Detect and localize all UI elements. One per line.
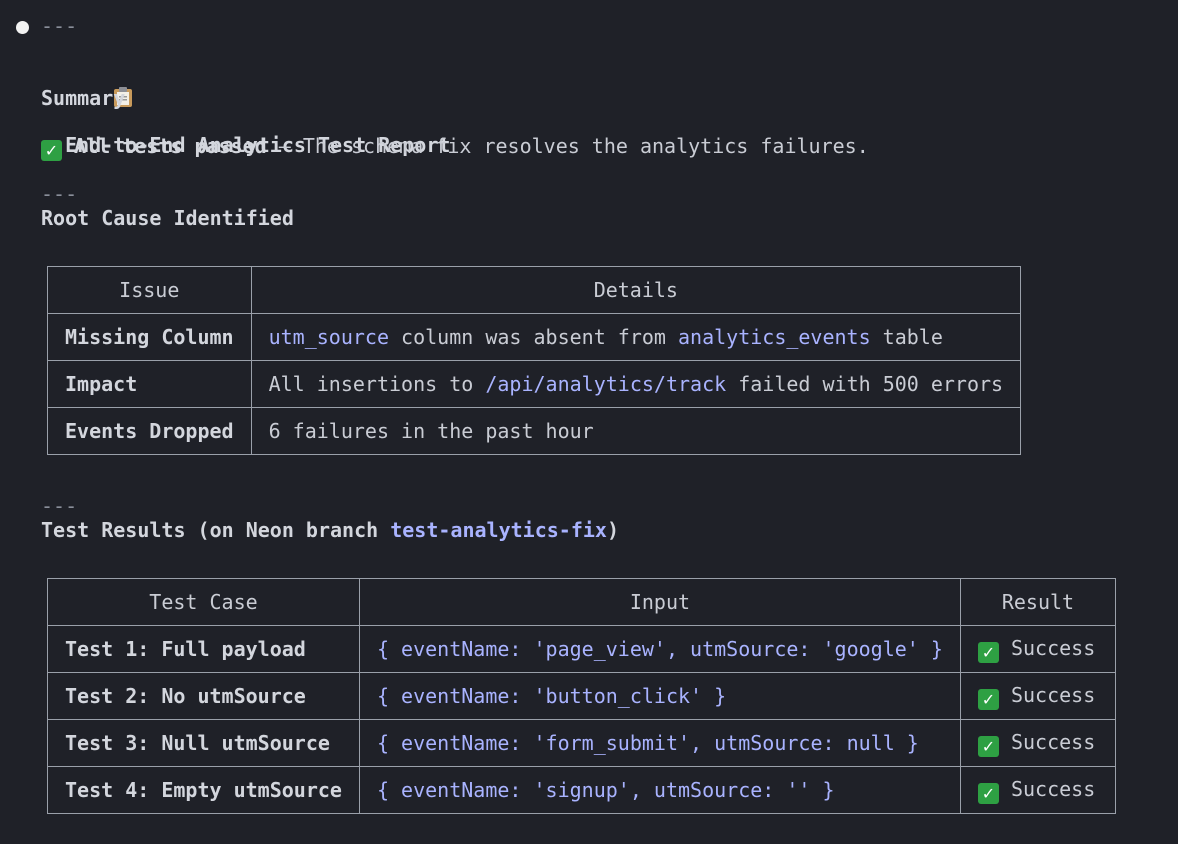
heading-text: ) [606,518,619,542]
rule-2: --- [41,182,78,206]
column-header-test-case: Test Case [47,578,360,626]
test-case-cell: Test 4: Empty utmSource [47,766,360,814]
test-case-cell: Test 2: No utmSource [47,672,360,720]
details-cell: All insertions to /api/analytics/track f… [250,360,1022,408]
input-cell: { eventName: 'page_view', utmSource: 'go… [358,625,961,673]
issue-cell: Impact [47,360,252,408]
column-header-details: Details [250,266,1022,314]
summary-status: All tests passed [74,134,267,158]
column-header-input: Input [358,578,961,626]
result-text: Success [1010,729,1096,754]
rule-top: --- [41,14,78,38]
test-results-heading: Test Results (on Neon branch test-analyt… [41,518,619,542]
heading-text: Test Results (on Neon branch [41,518,391,542]
input-cell: { eventName: 'form_submit', utmSource: n… [358,719,961,767]
result-cell: ✓ Success [959,766,1117,814]
result-cell: ✓ Success [959,719,1117,767]
details-text: All insertions to [268,372,486,396]
details-cell: utm_source column was absent from analyt… [250,313,1022,361]
check-mark-icon: ✓ [977,688,999,710]
test-case-cell: Test 1: Full payload [47,625,360,673]
rule-3: --- [41,494,78,518]
issue-cell: Events Dropped [47,407,252,455]
check-mark-icon: ✓ [977,641,999,663]
result-cell: ✓ Success [959,625,1117,673]
table-row: Impact All insertions to /api/analytics/… [47,360,1022,408]
root-cause-heading: Root Cause Identified [41,206,294,230]
inline-code: /api/analytics/track [485,372,727,396]
table-row: Test 4: Empty utmSource { eventName: 'si… [47,766,1117,814]
bullet-dot [16,21,29,34]
result-cell: ✓ Success [959,672,1117,720]
summary-line: ✓ All tests passed – The schema fix reso… [41,134,869,161]
details-text: table [870,325,943,349]
issue-cell: Missing Column [47,313,252,361]
column-header-issue: Issue [47,266,252,314]
table-header-row: Issue Details [47,266,1022,314]
inline-code: analytics_events [677,325,871,349]
clipboard-icon [65,62,133,107]
table-row: Test 1: Full payload { eventName: 'page_… [47,625,1117,673]
test-results-table: Test Case Input Result Test 1: Full payl… [47,578,1117,814]
table-row: Events Dropped 6 failures in the past ho… [47,407,1022,455]
details-cell: 6 failures in the past hour [250,407,1022,455]
details-text: failed with 500 errors [726,372,1004,396]
column-header-result: Result [959,578,1117,626]
input-cell: { eventName: 'signup', utmSource: '' } [358,766,961,814]
inline-code: utm_source [268,325,389,349]
check-mark-icon: ✓ [977,782,999,804]
check-mark-icon: ✓ [41,140,62,161]
table-row: Test 3: Null utmSource { eventName: 'for… [47,719,1117,767]
result-text: Success [1010,635,1096,660]
input-cell: { eventName: 'button_click' } [358,672,961,720]
table-header-row: Test Case Input Result [47,578,1117,626]
summary-heading: Summary [41,86,126,110]
summary-text: – The schema fix resolves the analytics … [266,134,869,158]
table-row: Missing Column utm_source column was abs… [47,313,1022,361]
table-row: Test 2: No utmSource { eventName: 'butto… [47,672,1117,720]
branch-name: test-analytics-fix [390,518,607,542]
test-case-cell: Test 3: Null utmSource [47,719,360,767]
details-text: column was absent from [389,325,678,349]
check-mark-icon: ✓ [977,735,999,757]
result-text: Success [1010,682,1096,707]
result-text: Success [1010,776,1096,801]
root-cause-table: Issue Details Missing Column utm_source … [47,266,1022,455]
